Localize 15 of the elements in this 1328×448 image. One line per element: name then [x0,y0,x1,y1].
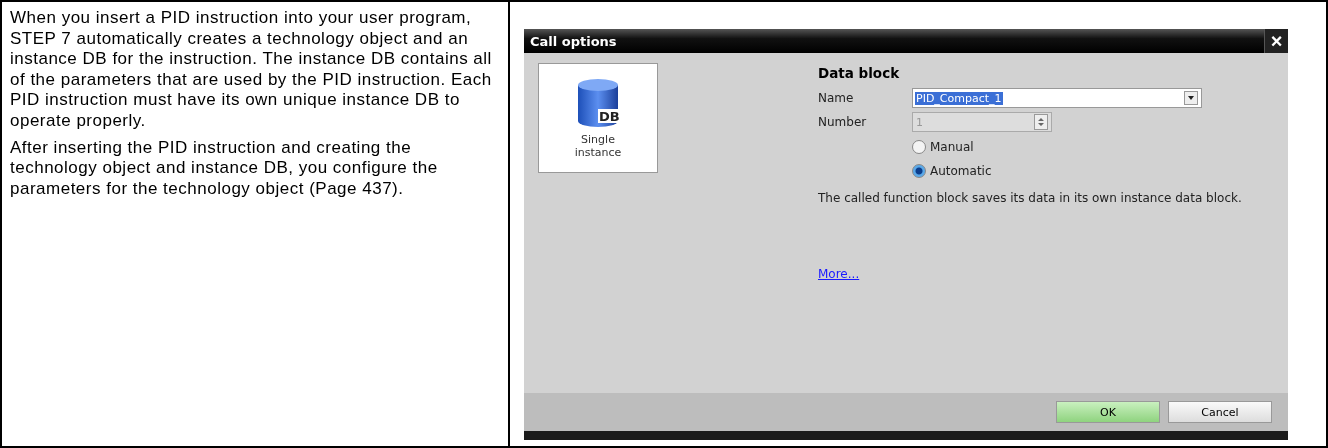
name-dropdown[interactable]: PID_Compact_1 [912,88,1202,108]
close-button[interactable]: × [1264,29,1288,53]
field-label: Name [818,91,855,105]
paragraph: After inserting the PID instruction and creating the technology object and instance DB, you configure the parameters for the technology object (Page 437). [10,137,439,200]
radio-option[interactable]: Manual [912,135,1278,159]
ok-button[interactable]: OK [1056,401,1160,423]
more-link[interactable]: More... [818,266,860,281]
cancel-button[interactable]: Cancel [1168,401,1272,423]
section-heading: Data block [818,65,901,81]
description-text: The called function block saves its data in its own instance data block. [818,191,1243,207]
radio-option[interactable]: Automatic [912,159,1278,183]
instance-tile[interactable]: DB Single instance [538,63,658,173]
field-label: Number [818,115,868,129]
dialog-title: Call options [530,33,617,49]
paragraph: When you insert a PID instruction into your user program, STEP 7 automatically creates a technology object and an instance DB for the instruction. The instance DB contains all of the parameters that are used by the PID instruction. Each PID instruction must have its own unique instance DB to operate properly. [10,8,493,132]
